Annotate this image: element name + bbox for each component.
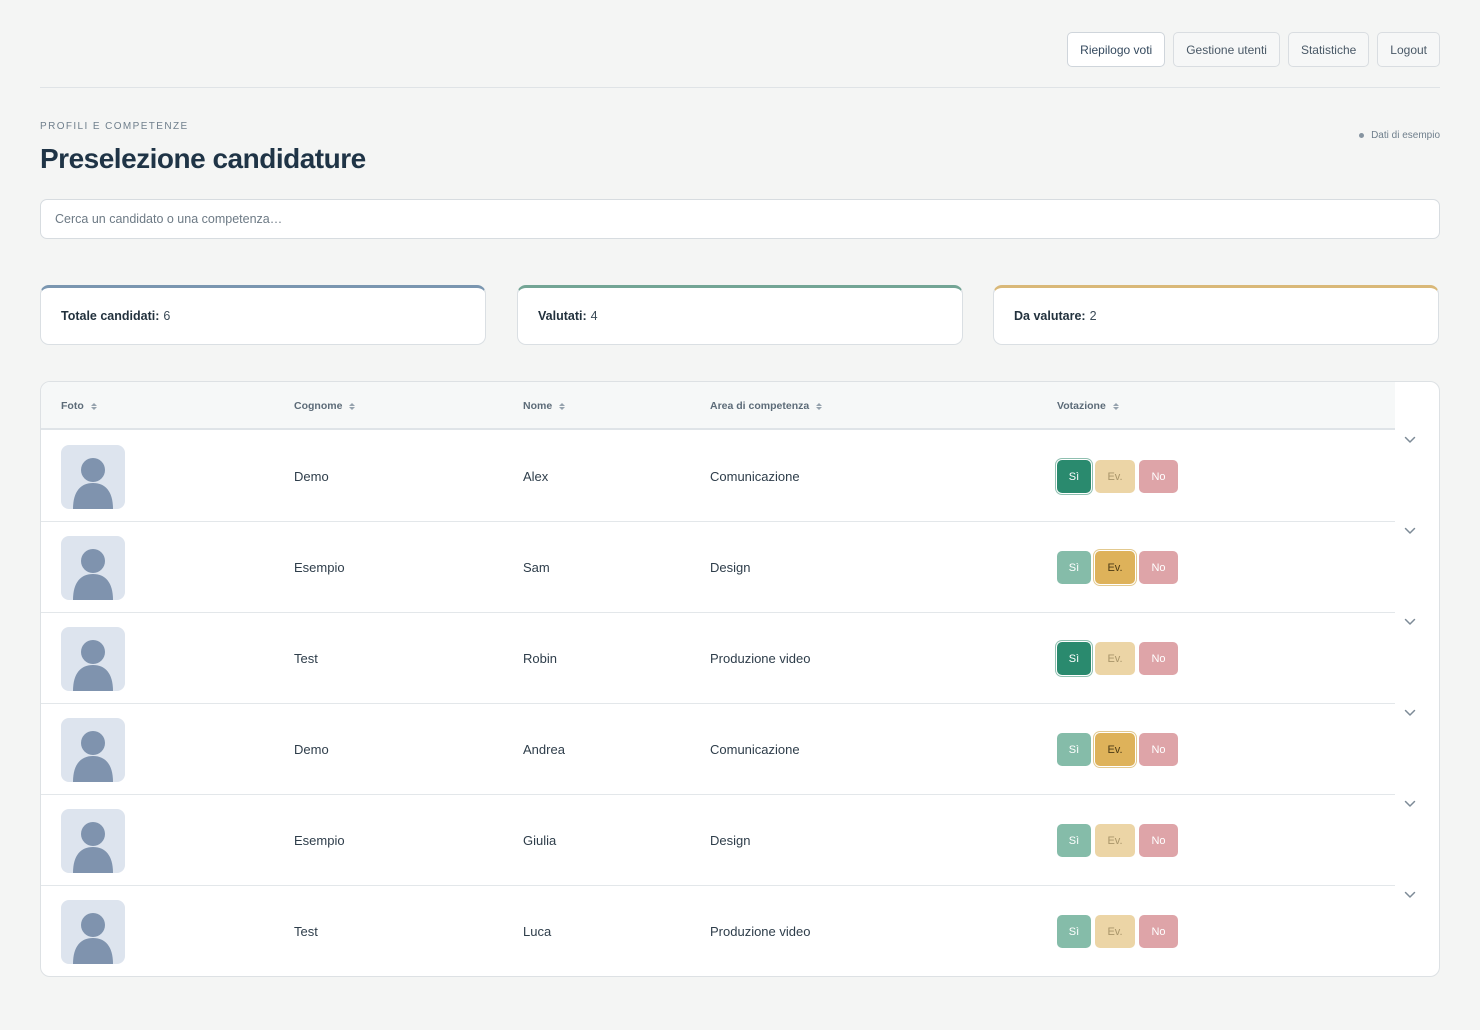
cell-area: Design [710,833,751,848]
column-header-votazione[interactable]: Votazione [1057,400,1119,412]
nav-gestione-utenti-button[interactable]: Gestione utenti [1173,32,1280,67]
cell-cognome: Demo [294,469,329,484]
search-input[interactable] [40,199,1440,239]
cell-nome: Alex [523,469,549,484]
stat-card-total: Totale candidati: 6 [40,285,486,345]
stat-total-value: 6 [163,309,171,323]
vote-yes-button[interactable]: Sì [1057,642,1091,675]
vote-no-button[interactable]: No [1139,824,1178,857]
vote-maybe-button[interactable]: Ev. [1095,551,1135,584]
cell-cognome: Esempio [294,560,345,575]
sort-icon [559,402,566,410]
cell-cognome: Test [294,651,318,666]
vote-buttons: Sì Ev. No [1057,915,1178,948]
vote-buttons: Sì Ev. No [1057,824,1178,857]
vote-maybe-button[interactable]: Ev. [1095,824,1135,857]
stat-evaluated-value: 4 [590,309,598,323]
chevron-down-icon[interactable] [1403,888,1417,902]
vote-buttons: Sì Ev. No [1057,460,1178,493]
vote-buttons: Sì Ev. No [1057,642,1178,675]
vote-no-button[interactable]: No [1139,642,1178,675]
column-header-label: Cognome [294,400,343,412]
cell-area: Produzione video [710,924,811,939]
vote-yes-button[interactable]: Sì [1057,460,1091,493]
cell-area: Produzione video [710,651,811,666]
chevron-down-icon[interactable] [1403,797,1417,811]
vote-no-button[interactable]: No [1139,551,1178,584]
user-avatar-icon [61,445,125,509]
stat-pending-label: Da valutare: [1014,309,1086,323]
user-avatar-icon [61,809,125,873]
candidates-table: Foto Cognome Nome Area di competenza Vot… [40,381,1440,977]
vote-buttons: Sì Ev. No [1057,733,1178,766]
cell-cognome: Esempio [294,833,345,848]
cell-cognome: Demo [294,742,329,757]
vote-no-button[interactable]: No [1139,460,1178,493]
vote-yes-button[interactable]: Sì [1057,551,1091,584]
sort-icon [349,402,356,410]
header-divider [40,87,1440,88]
column-header-area[interactable]: Area di competenza [710,400,823,412]
page-title: Preselezione candidature [40,143,366,174]
status-dot-icon [1359,133,1365,138]
sort-icon [90,402,97,410]
user-avatar-icon [61,718,125,782]
chevron-down-icon[interactable] [1403,706,1417,720]
stat-evaluated-label: Valutati: [538,309,587,323]
cell-area: Comunicazione [710,469,800,484]
vote-no-button[interactable]: No [1139,915,1178,948]
column-header-label: Nome [523,400,553,412]
vote-maybe-button[interactable]: Ev. [1095,642,1135,675]
page-eyebrow: PROFILI E COMPETENZE [40,121,189,132]
vote-yes-button[interactable]: Sì [1057,915,1091,948]
cell-nome: Andrea [523,742,565,757]
column-header-foto[interactable]: Foto [61,400,97,412]
cell-area: Comunicazione [710,742,800,757]
vote-buttons: Sì Ev. No [1057,551,1178,584]
sample-data-label: Dati di esempio [1371,130,1440,141]
vote-yes-button[interactable]: Sì [1057,733,1091,766]
vote-maybe-button[interactable]: Ev. [1095,460,1135,493]
chevron-down-icon[interactable] [1403,433,1417,447]
table-row[interactable]: Test Robin Produzione video Sì Ev. No [41,613,1395,704]
vote-yes-button[interactable]: Sì [1057,824,1091,857]
top-navigation: Riepilogo voti Gestione utenti Statistic… [1067,32,1440,67]
cell-nome: Luca [523,924,552,939]
stat-card-evaluated: Valutati: 4 [517,285,963,345]
sort-icon [1112,402,1119,410]
table-row[interactable]: Demo Andrea Comunicazione Sì Ev. No [41,704,1395,795]
column-header-cognome[interactable]: Cognome [294,400,356,412]
table-row[interactable]: Demo Alex Comunicazione Sì Ev. No [41,431,1395,522]
cell-nome: Robin [523,651,557,666]
vote-maybe-button[interactable]: Ev. [1095,915,1135,948]
chevron-down-icon[interactable] [1403,524,1417,538]
stat-pending-value: 2 [1089,309,1097,323]
sample-data-note: Dati di esempio [1359,130,1440,141]
cell-nome: Sam [523,560,550,575]
vote-maybe-button[interactable]: Ev. [1095,733,1135,766]
column-header-label: Foto [61,400,84,412]
user-avatar-icon [61,900,125,964]
column-header-label: Area di competenza [710,400,810,412]
table-row[interactable]: Esempio Sam Design Sì Ev. No [41,522,1395,613]
nav-riepilogo-voti-button[interactable]: Riepilogo voti [1067,32,1166,67]
user-avatar-icon [61,536,125,600]
user-avatar-icon [61,627,125,691]
cell-area: Design [710,560,751,575]
column-header-label: Votazione [1057,400,1106,412]
column-header-nome[interactable]: Nome [523,400,566,412]
sort-icon [816,402,823,410]
cell-cognome: Test [294,924,318,939]
cell-nome: Giulia [523,833,557,848]
chevron-down-icon[interactable] [1403,615,1417,629]
vote-no-button[interactable]: No [1139,733,1178,766]
nav-statistiche-button[interactable]: Statistiche [1287,32,1370,67]
stat-card-pending: Da valutare: 2 [993,285,1439,345]
table-row[interactable]: Test Luca Produzione video Sì Ev. No [41,886,1395,976]
stat-total-label: Totale candidati: [61,309,160,323]
table-header: Foto Cognome Nome Area di competenza Vot… [41,382,1395,430]
logout-button[interactable]: Logout [1377,32,1440,67]
table-row[interactable]: Esempio Giulia Design Sì Ev. No [41,795,1395,886]
